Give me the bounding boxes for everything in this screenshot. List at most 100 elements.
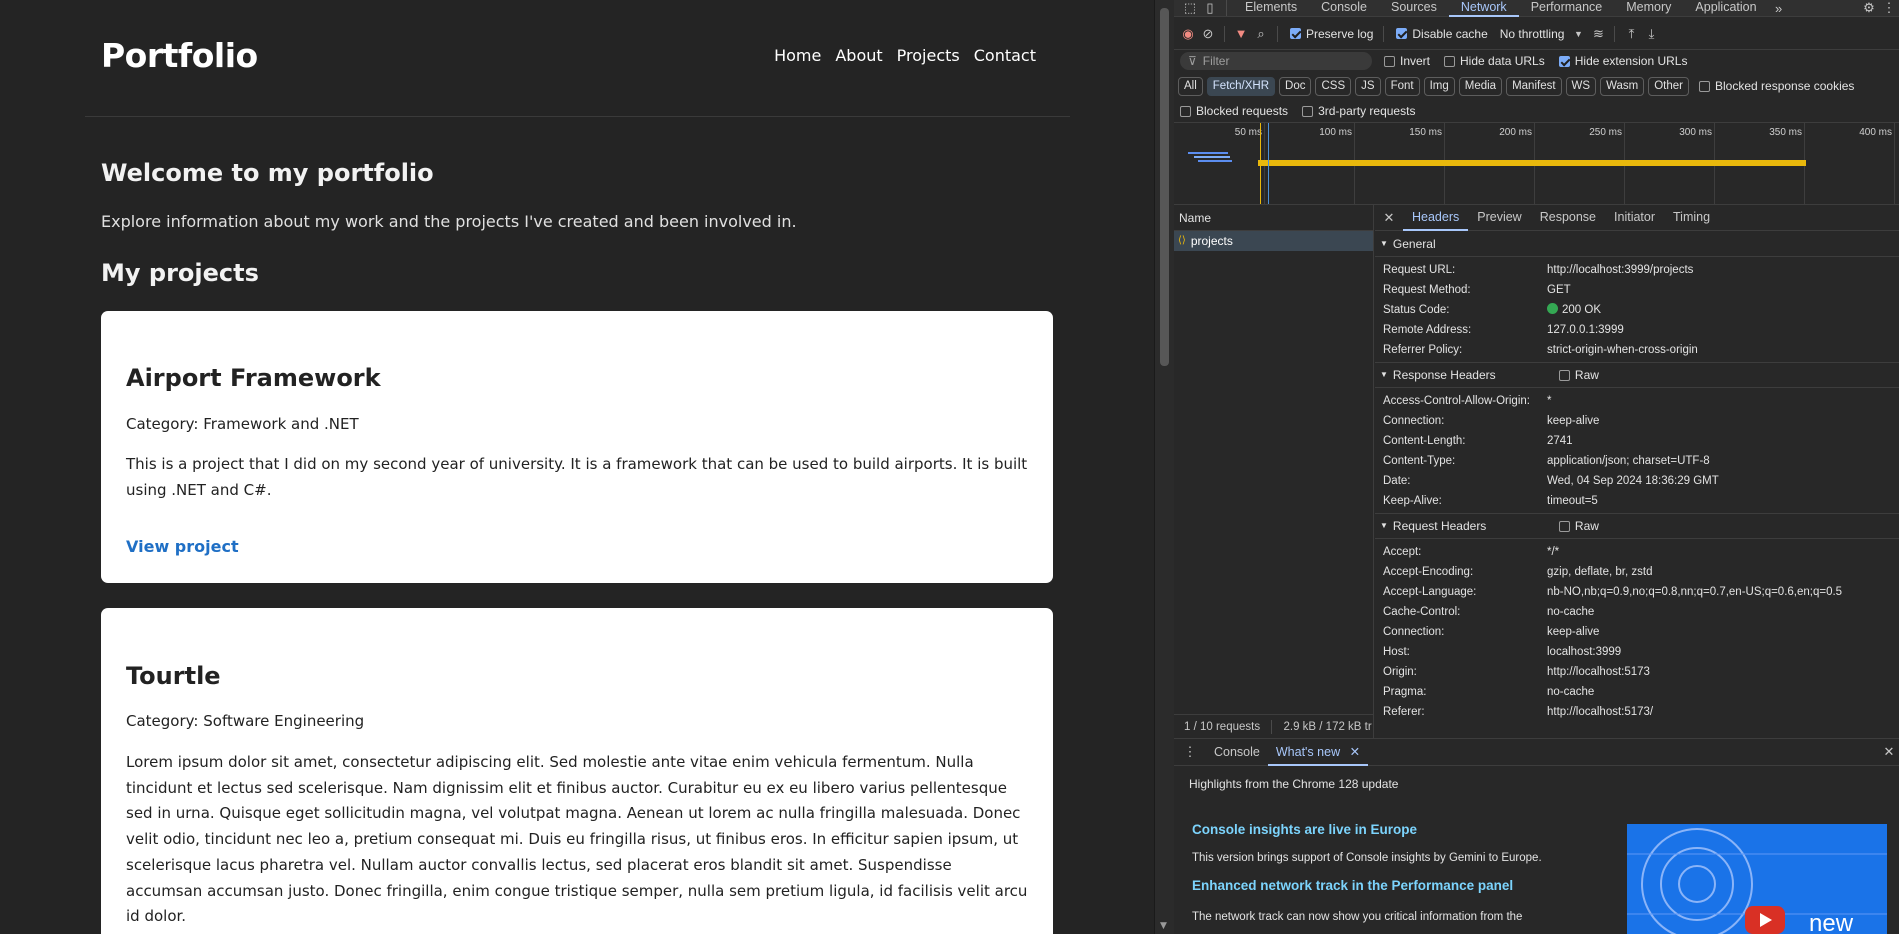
- disable-cache-label: Disable cache: [1412, 26, 1488, 41]
- export-icon[interactable]: ⤓: [1641, 24, 1661, 44]
- header-row: Accept-Language: nb-NO,nb;q=0.9,no;q=0.8,…: [1383, 586, 1843, 598]
- type-manifest[interactable]: Manifest: [1506, 76, 1562, 96]
- drawer-tab-whats-new[interactable]: What's new ✕: [1267, 739, 1369, 766]
- type-media[interactable]: Media: [1458, 76, 1503, 96]
- timeline-bar: [1258, 160, 1806, 166]
- scrollbar-thumb[interactable]: [1160, 8, 1169, 366]
- close-icon[interactable]: ✕: [1350, 745, 1360, 759]
- header-row: Accept-Encoding: gzip, deflate, br, zstd: [1383, 566, 1653, 578]
- timeline-marker: [1260, 123, 1261, 204]
- chevron-down-icon[interactable]: ▼: [1568, 24, 1588, 44]
- hide-extension-urls-label: Hide extension URLs: [1574, 54, 1688, 68]
- type-other[interactable]: Other: [1648, 76, 1689, 96]
- raw-checkbox[interactable]: [1558, 520, 1570, 532]
- type-img[interactable]: Img: [1423, 76, 1455, 96]
- clear-icon[interactable]: ⊘: [1198, 24, 1218, 44]
- general-list: Request URL: http://localhost:3999/projec…: [1375, 257, 1899, 362]
- request-row[interactable]: ⟨⟩ projects: [1174, 231, 1373, 251]
- invert-checkbox[interactable]: [1384, 55, 1395, 67]
- filter-funnel-icon: ⊽: [1188, 54, 1197, 68]
- request-summary: 1 / 10 requests 2.9 kB / 172 kB tr: [1174, 714, 1373, 738]
- timeline-bar: [1198, 160, 1232, 162]
- nav-home[interactable]: Home: [774, 46, 821, 65]
- whats-new-link[interactable]: Console insights are live in Europe: [1192, 822, 1417, 837]
- close-icon[interactable]: ✕: [1379, 208, 1399, 228]
- tab-initiator[interactable]: Initiator: [1605, 205, 1664, 231]
- tab-application[interactable]: Application: [1683, 0, 1768, 17]
- tab-console[interactable]: Console: [1309, 0, 1379, 17]
- hide-data-urls-checkbox[interactable]: [1444, 55, 1456, 67]
- type-font[interactable]: Font: [1384, 76, 1420, 96]
- tab-response[interactable]: Response: [1531, 205, 1605, 231]
- welcome-title: Welcome to my portfolio: [101, 159, 434, 187]
- tab-sources[interactable]: Sources: [1379, 0, 1449, 17]
- type-fetch-xhr[interactable]: Fetch/XHR: [1206, 76, 1276, 96]
- nav-about[interactable]: About: [835, 46, 882, 65]
- response-headers-section-header[interactable]: ▼ Response Headers Raw: [1375, 362, 1899, 388]
- header-row: Connection: keep-alive: [1383, 626, 1600, 638]
- network-overview-timeline[interactable]: 50 ms 100 ms 150 ms 200 ms 250 ms 300 ms…: [1174, 122, 1899, 205]
- throttling-select[interactable]: No throttling: [1500, 27, 1565, 41]
- filter-input[interactable]: ⊽ Filter: [1180, 52, 1372, 70]
- header-row: Content-Length: 2741: [1383, 435, 1573, 447]
- more-options-icon[interactable]: ⋮: [1879, 0, 1899, 18]
- scroll-down-icon[interactable]: ▼: [1160, 921, 1167, 931]
- nav-contact[interactable]: Contact: [974, 46, 1036, 65]
- drawer-tab-label: What's new: [1275, 744, 1341, 759]
- filter-row: ⊽ Filter Invert Hide data URLs Hide exte…: [1174, 51, 1899, 71]
- resource-type-filters: All Fetch/XHR Doc CSS JS Font Img Media …: [1174, 75, 1899, 97]
- close-drawer-icon[interactable]: ✕: [1879, 742, 1899, 762]
- device-toolbar-icon[interactable]: ▯: [1200, 0, 1220, 18]
- network-conditions-icon[interactable]: ≋: [1588, 24, 1608, 44]
- header-row: Accept: */*: [1383, 546, 1560, 558]
- nav-projects[interactable]: Projects: [897, 46, 960, 65]
- tab-headers[interactable]: Headers: [1403, 205, 1469, 231]
- whats-new-video-thumbnail[interactable]: new: [1627, 824, 1887, 934]
- view-project-link[interactable]: View project: [126, 537, 239, 556]
- third-party-checkbox[interactable]: [1302, 105, 1314, 117]
- tab-memory[interactable]: Memory: [1614, 0, 1683, 17]
- hide-extension-urls-checkbox[interactable]: [1558, 55, 1570, 67]
- page-scrollbar[interactable]: ▼: [1154, 0, 1174, 934]
- blocked-response-cookies-checkbox[interactable]: [1699, 80, 1710, 92]
- preserve-log-checkbox[interactable]: [1290, 28, 1301, 39]
- triangle-down-icon: ▼: [1380, 238, 1388, 248]
- inspect-element-icon[interactable]: ⬚: [1180, 0, 1200, 18]
- tab-preview[interactable]: Preview: [1468, 205, 1530, 231]
- type-wasm[interactable]: Wasm: [1600, 76, 1645, 96]
- tab-network[interactable]: Network: [1448, 0, 1519, 17]
- type-ws[interactable]: WS: [1565, 76, 1597, 96]
- timeline-bar: [1194, 156, 1230, 158]
- project-card: Tourtle Category: Software Engineering L…: [101, 608, 1053, 934]
- raw-label: Raw: [1574, 519, 1599, 533]
- more-tabs-icon[interactable]: »: [1769, 0, 1789, 18]
- network-toolbar: ◉ ⊘ ▼ ⌕ Preserve log Disable cache No th…: [1174, 18, 1899, 50]
- tab-performance[interactable]: Performance: [1519, 0, 1615, 17]
- request-headers-section-header[interactable]: ▼ Request Headers Raw: [1375, 513, 1899, 539]
- drawer-tab-console[interactable]: Console: [1206, 739, 1268, 766]
- filter-icon[interactable]: ▼: [1231, 24, 1251, 44]
- raw-checkbox[interactable]: [1558, 369, 1570, 381]
- tab-elements[interactable]: Elements: [1233, 0, 1309, 17]
- whats-new-text: This version brings support of Console i…: [1192, 852, 1542, 864]
- request-headers-list: Accept: */* Accept-Encoding: gzip, deflate…: [1375, 539, 1899, 724]
- type-js[interactable]: JS: [1355, 76, 1381, 96]
- site-brand[interactable]: Portfolio: [101, 36, 258, 75]
- blocked-requests-checkbox[interactable]: [1180, 105, 1191, 117]
- response-headers-list: Access-Control-Allow-Origin: * Connection…: [1375, 388, 1899, 513]
- name-column-header[interactable]: Name: [1174, 205, 1373, 231]
- import-icon[interactable]: ⤒: [1621, 24, 1641, 44]
- blocked-row: Blocked requests 3rd-party requests: [1174, 102, 1899, 120]
- type-doc[interactable]: Doc: [1279, 76, 1312, 96]
- search-icon[interactable]: ⌕: [1251, 24, 1271, 44]
- header-row: Date: Wed, 04 Sep 2024 18:36:29 GMT: [1383, 475, 1719, 487]
- record-icon[interactable]: ◉: [1178, 24, 1198, 44]
- type-css[interactable]: CSS: [1315, 76, 1352, 96]
- whats-new-link[interactable]: Enhanced network track in the Performanc…: [1192, 878, 1513, 893]
- tab-timing[interactable]: Timing: [1664, 205, 1719, 231]
- drawer-menu-icon[interactable]: ⋮: [1180, 742, 1200, 762]
- general-section-header[interactable]: ▼ General: [1375, 231, 1899, 257]
- disable-cache-checkbox[interactable]: [1396, 28, 1408, 39]
- settings-gear-icon[interactable]: ⚙: [1859, 0, 1879, 18]
- type-all[interactable]: All: [1178, 76, 1203, 96]
